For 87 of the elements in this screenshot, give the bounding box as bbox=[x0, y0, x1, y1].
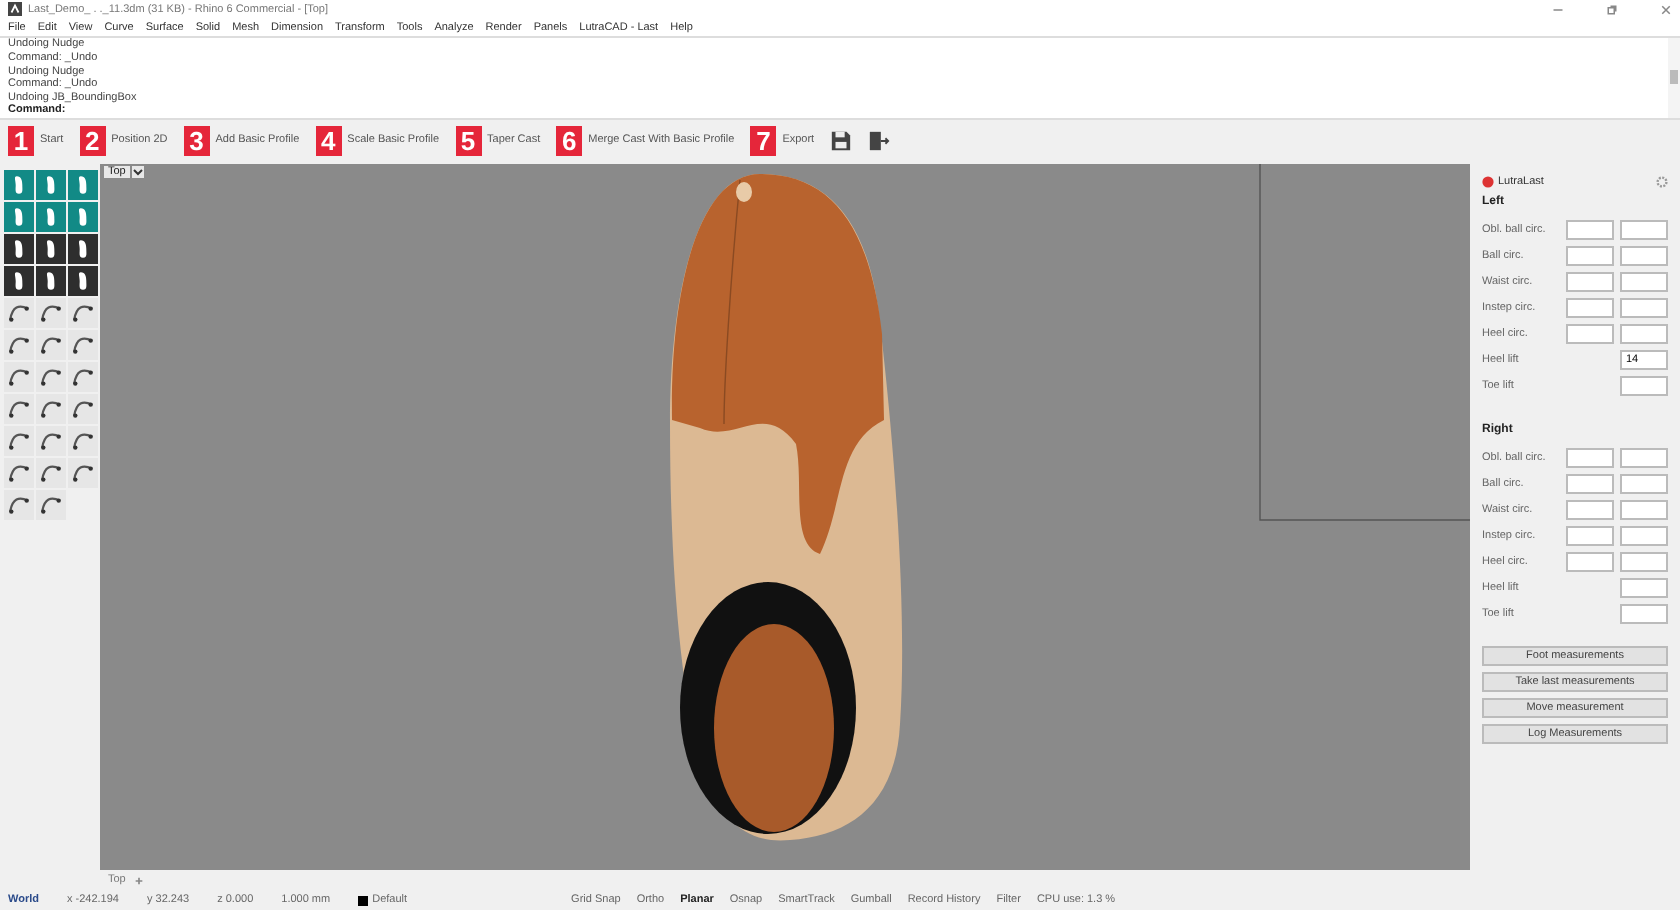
curve-icon bbox=[72, 334, 94, 356]
add-icon[interactable] bbox=[133, 875, 144, 885]
toolbar-button[interactable] bbox=[36, 362, 66, 392]
input-field[interactable] bbox=[1566, 323, 1614, 343]
curve-icon bbox=[8, 366, 30, 388]
curve-icon bbox=[8, 398, 30, 420]
save-icon[interactable] bbox=[830, 129, 853, 151]
toolbar-button[interactable] bbox=[36, 458, 66, 488]
step-number: 4 bbox=[315, 125, 342, 155]
settings-icon[interactable] bbox=[1656, 175, 1668, 187]
toolbar-button[interactable] bbox=[36, 490, 66, 520]
input-field[interactable] bbox=[1566, 297, 1614, 317]
curve-icon bbox=[8, 430, 30, 452]
step-number: 5 bbox=[455, 125, 482, 155]
input-field[interactable] bbox=[1566, 473, 1614, 493]
curve-icon bbox=[72, 302, 94, 324]
toolbar-button[interactable] bbox=[4, 394, 34, 424]
step-number: 3 bbox=[183, 125, 210, 155]
toolbar-button[interactable] bbox=[4, 490, 34, 520]
input-field[interactable] bbox=[1620, 245, 1668, 265]
curve-icon bbox=[40, 334, 62, 356]
toolbar-button[interactable] bbox=[36, 426, 66, 456]
input-field[interactable] bbox=[1620, 551, 1668, 571]
curve-icon bbox=[40, 494, 62, 516]
toolbar-button[interactable] bbox=[36, 234, 66, 264]
layer-swatch bbox=[358, 895, 369, 905]
toolbar-button[interactable] bbox=[68, 426, 98, 456]
input-field[interactable] bbox=[1566, 525, 1614, 545]
toolbar-button[interactable] bbox=[4, 330, 34, 360]
toolbar-button[interactable] bbox=[4, 234, 34, 264]
input-field[interactable] bbox=[1566, 219, 1614, 239]
input-field[interactable] bbox=[1566, 271, 1614, 291]
toolbar-button[interactable] bbox=[36, 298, 66, 328]
curve-icon bbox=[40, 302, 62, 324]
toolbar-button[interactable] bbox=[36, 266, 66, 296]
curve-icon bbox=[40, 462, 62, 484]
input-field[interactable] bbox=[1620, 271, 1668, 291]
dropdown-icon[interactable] bbox=[131, 166, 144, 178]
step-number: 2 bbox=[79, 125, 106, 155]
curve-icon bbox=[40, 366, 62, 388]
curve-icon bbox=[8, 302, 30, 324]
lutra-logo-icon bbox=[1482, 175, 1494, 187]
toolbar-button[interactable] bbox=[68, 394, 98, 424]
curve-icon bbox=[8, 462, 30, 484]
input-field[interactable] bbox=[1620, 499, 1668, 519]
input-field[interactable] bbox=[1566, 551, 1614, 571]
scrollbar[interactable] bbox=[1668, 38, 1680, 118]
restore-icon[interactable] bbox=[1606, 3, 1618, 15]
toolbar-button[interactable] bbox=[68, 234, 98, 264]
input-field[interactable] bbox=[1620, 577, 1668, 597]
curve-icon bbox=[8, 494, 30, 516]
step-number: 6 bbox=[556, 125, 583, 155]
curve-icon bbox=[40, 430, 62, 452]
input-field[interactable] bbox=[1620, 447, 1668, 467]
toolbar-button[interactable] bbox=[4, 298, 34, 328]
close-icon[interactable] bbox=[1660, 3, 1672, 15]
input-field[interactable] bbox=[1620, 603, 1668, 623]
curve-icon bbox=[72, 430, 94, 452]
minimize-icon[interactable] bbox=[1552, 3, 1564, 15]
input-field[interactable] bbox=[1620, 473, 1668, 493]
toolbar-button[interactable] bbox=[36, 330, 66, 360]
input-field[interactable] bbox=[1566, 499, 1614, 519]
input-field[interactable] bbox=[1566, 245, 1614, 265]
input-field[interactable] bbox=[1620, 219, 1668, 239]
toolbar-button[interactable] bbox=[4, 458, 34, 488]
curve-icon bbox=[40, 398, 62, 420]
input-field[interactable] bbox=[1620, 525, 1668, 545]
toolbar-button[interactable] bbox=[4, 266, 34, 296]
input-field[interactable] bbox=[1620, 375, 1668, 395]
toolbar-button[interactable] bbox=[68, 330, 98, 360]
curve-icon bbox=[72, 462, 94, 484]
toolbar-button[interactable] bbox=[36, 394, 66, 424]
input-field[interactable] bbox=[1620, 297, 1668, 317]
toolbar-button[interactable] bbox=[4, 426, 34, 456]
input-field[interactable] bbox=[1620, 323, 1668, 343]
step-number: 1 bbox=[8, 125, 34, 155]
input-field[interactable] bbox=[1566, 447, 1614, 467]
step-number: 7 bbox=[750, 125, 777, 155]
toolbar-button[interactable] bbox=[68, 458, 98, 488]
exit-icon[interactable] bbox=[868, 129, 891, 151]
toolbar-button[interactable] bbox=[68, 362, 98, 392]
curve-icon bbox=[72, 366, 94, 388]
toolbar-button[interactable] bbox=[4, 362, 34, 392]
curve-icon bbox=[72, 398, 94, 420]
toolbar-button[interactable] bbox=[68, 266, 98, 296]
curve-icon bbox=[8, 334, 30, 356]
toolbar-button[interactable] bbox=[68, 298, 98, 328]
